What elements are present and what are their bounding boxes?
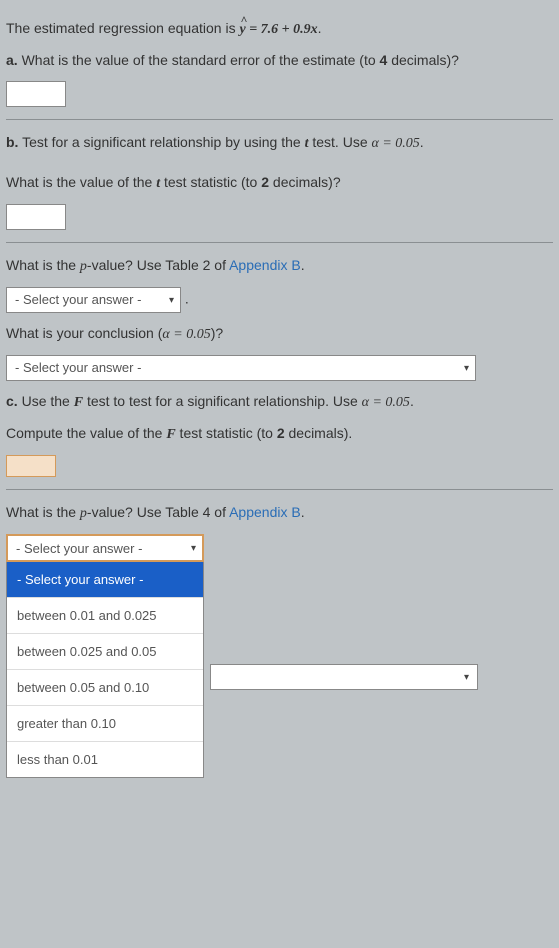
- pvalue-b-select[interactable]: - Select your answer - ▾: [6, 287, 181, 313]
- dropdown-option[interactable]: - Select your answer -: [7, 562, 203, 597]
- equation-body: = 7.6 + 0.9: [246, 22, 311, 37]
- part-c-text: Use the: [18, 393, 74, 409]
- fstat-two: 2: [277, 425, 285, 441]
- pvalc-pre: What is the: [6, 504, 80, 520]
- dropdown-selected-label: - Select your answer -: [16, 541, 142, 556]
- appendix-b-link-2[interactable]: Appendix B: [229, 504, 301, 520]
- f-stat-question: Compute the value of the F test statisti…: [6, 423, 553, 445]
- regression-equation-text: The estimated regression equation is y =…: [6, 18, 553, 40]
- chevron-down-icon: ▾: [169, 293, 174, 308]
- intro-prefix: The estimated regression equation is: [6, 20, 239, 36]
- pvalc-period: .: [301, 504, 305, 520]
- select-label: - Select your answer -: [15, 290, 141, 310]
- appendix-b-link-1[interactable]: Appendix B: [229, 257, 301, 273]
- chevron-down-icon: ▾: [464, 361, 469, 376]
- question-container: The estimated regression equation is y =…: [6, 18, 553, 940]
- dropdown-option[interactable]: less than 0.01: [7, 741, 203, 777]
- pvalb-pre: What is the: [6, 257, 80, 273]
- tstat-post2: decimals)?: [269, 174, 341, 190]
- equation-x: x: [311, 22, 318, 37]
- tstat-post: test statistic (to: [160, 174, 261, 190]
- pvalue-c-dropdown-list: - Select your answer - between 0.01 and …: [6, 562, 204, 778]
- fstat-pre: Compute the value of the: [6, 425, 166, 441]
- fstat-post: test statistic (to: [176, 425, 277, 441]
- separator-3: [6, 489, 553, 490]
- f-statistic-input[interactable]: [6, 455, 56, 477]
- tstat-pre: What is the value of the: [6, 174, 156, 190]
- dropdown-option[interactable]: greater than 0.10: [7, 705, 203, 741]
- concl-pre: What is your conclusion (: [6, 325, 162, 341]
- standard-error-input[interactable]: [6, 81, 66, 107]
- conclusion-question: What is your conclusion (α = 0.05)?: [6, 323, 553, 345]
- part-b-text: Test for a significant relationship by u…: [18, 134, 304, 150]
- pvalue-c-dropdown[interactable]: - Select your answer - ▾ - Select your a…: [6, 534, 204, 562]
- dropdown-option[interactable]: between 0.01 and 0.025: [7, 597, 203, 633]
- part-a-label: a.: [6, 52, 18, 68]
- intro-period: .: [318, 20, 322, 36]
- select-label-wide: - Select your answer -: [15, 358, 141, 378]
- part-c-prompt: c. Use the F test to test for a signific…: [6, 391, 553, 413]
- part-c-label: c.: [6, 393, 18, 409]
- part-b-text2: test. Use: [308, 134, 371, 150]
- chevron-down-icon: ▾: [464, 672, 469, 683]
- separator-2: [6, 242, 553, 243]
- part-a-prompt: a. What is the value of the standard err…: [6, 50, 553, 71]
- alpha-c: α = 0.05: [362, 395, 410, 410]
- fstat-F: F: [166, 427, 175, 442]
- fstat-post2: decimals).: [285, 425, 353, 441]
- conclusion-select[interactable]: - Select your answer - ▾: [6, 355, 476, 381]
- part-b-label: b.: [6, 134, 18, 150]
- part-b-period: .: [420, 134, 424, 150]
- pvalue-c-select-button[interactable]: - Select your answer - ▾: [6, 534, 204, 562]
- dropdown-option[interactable]: between 0.025 and 0.05: [7, 633, 203, 669]
- part-a-text2: decimals)?: [387, 52, 459, 68]
- part-a-text: What is the value of the standard error …: [18, 52, 380, 68]
- tstat-two: 2: [261, 174, 269, 190]
- chevron-down-icon: ▾: [191, 543, 196, 554]
- y-hat: y: [239, 19, 245, 40]
- separator-1: [6, 119, 553, 120]
- pvalb-p: p: [80, 259, 87, 274]
- concl-alpha: α = 0.05: [162, 327, 210, 342]
- part-c-text2: test to test for a significant relations…: [83, 393, 362, 409]
- part-c-period: .: [410, 393, 414, 409]
- conclusion-c-select-partial[interactable]: ▾: [210, 664, 478, 690]
- pvalue-b-question: What is the p-value? Use Table 2 of Appe…: [6, 255, 553, 277]
- F-symbol: F: [74, 395, 83, 410]
- t-stat-question: What is the value of the t test statisti…: [6, 172, 553, 194]
- pvalue-c-question: What is the p-value? Use Table 4 of Appe…: [6, 502, 553, 524]
- concl-post: )?: [211, 325, 223, 341]
- pvalc-mid: -value? Use Table 4 of: [87, 504, 229, 520]
- pvalc-p: p: [80, 506, 87, 521]
- trailing-period: .: [181, 291, 189, 307]
- pvalb-mid: -value? Use Table 2 of: [87, 257, 229, 273]
- alpha-b: α = 0.05: [372, 136, 420, 151]
- t-statistic-input[interactable]: [6, 204, 66, 230]
- pvalb-period: .: [301, 257, 305, 273]
- part-b-prompt: b. Test for a significant relationship b…: [6, 132, 553, 154]
